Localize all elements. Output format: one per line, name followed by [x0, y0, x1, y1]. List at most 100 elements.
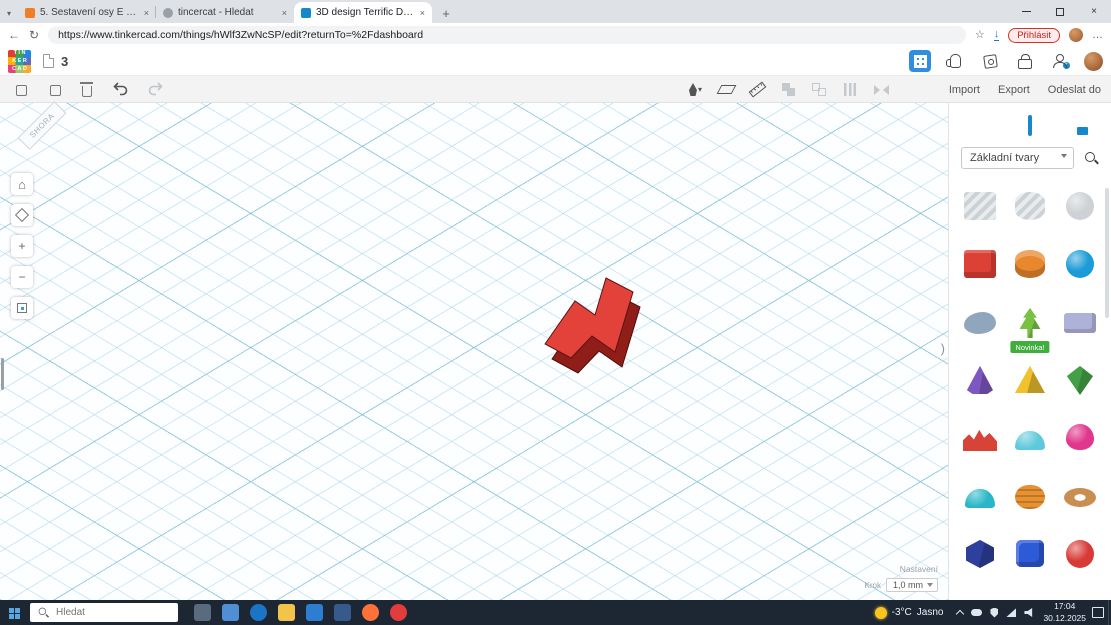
- shape-cylinder-hole[interactable]: [1005, 190, 1055, 248]
- shape-torus-thick[interactable]: [1055, 422, 1105, 480]
- sidebar-scrollbar[interactable]: [1105, 188, 1109, 318]
- browser-menu-icon[interactable]: …: [1092, 30, 1103, 41]
- taskbar-app-firefox[interactable]: [362, 604, 379, 621]
- onedrive-icon[interactable]: [971, 609, 982, 616]
- shape-cylinder[interactable]: [1005, 248, 1055, 306]
- tab-close-icon[interactable]: ×: [420, 8, 425, 18]
- minimize-button[interactable]: [1009, 0, 1043, 23]
- security-icon[interactable]: [990, 608, 998, 618]
- taskbar-search-input[interactable]: [56, 607, 156, 618]
- tinkercad-logo[interactable]: TIN KER CAD: [8, 50, 31, 73]
- browser-tab-active[interactable]: 3D design Terrific Densor-Gaaris ×: [294, 2, 432, 23]
- shape-half-sphere[interactable]: [955, 480, 1005, 538]
- ungroup-button[interactable]: [810, 81, 828, 99]
- shape-sphere-stack[interactable]: [1005, 480, 1055, 538]
- chevron-down-icon[interactable]: ▾: [698, 86, 702, 94]
- shape-sphere-hole[interactable]: [1055, 190, 1105, 248]
- browser-tab-1[interactable]: 5. Sestavení osy E (extruder) | Prus… ×: [18, 2, 156, 23]
- fit-view-button[interactable]: [11, 297, 33, 319]
- start-button[interactable]: [0, 600, 28, 625]
- align-button[interactable]: [841, 81, 859, 99]
- copy-button[interactable]: [10, 80, 28, 98]
- shape-pyramid[interactable]: [1005, 364, 1055, 422]
- tools-button[interactable]: [979, 50, 1001, 72]
- model-shape[interactable]: [533, 270, 655, 388]
- new-tab-button[interactable]: +: [436, 3, 456, 23]
- browser-profile-avatar[interactable]: [1069, 28, 1083, 42]
- shape-cube-rounded[interactable]: [1005, 538, 1055, 596]
- export-button[interactable]: Export: [998, 84, 1030, 96]
- shape-scribble[interactable]: [955, 306, 1005, 364]
- shape-category-select[interactable]: Základní tvary: [961, 147, 1074, 169]
- taskbar-app-widgets[interactable]: [222, 604, 239, 621]
- taskbar-app-mail[interactable]: [334, 604, 351, 621]
- maximize-button[interactable]: [1043, 0, 1077, 23]
- pan-tool-button[interactable]: [944, 50, 966, 72]
- back-icon[interactable]: ←: [8, 29, 20, 41]
- blocks-view-button[interactable]: [909, 50, 931, 72]
- redo-button[interactable]: [146, 80, 164, 98]
- shape-text[interactable]: [1055, 306, 1105, 364]
- tab-close-icon[interactable]: ×: [144, 8, 149, 18]
- tab-search-chevron-icon[interactable]: ▾: [0, 3, 18, 23]
- delete-button[interactable]: [78, 80, 96, 98]
- action-center-icon[interactable]: [1092, 607, 1104, 618]
- view-cube-top[interactable]: SHORA: [18, 101, 67, 150]
- shape-polygon[interactable]: [955, 538, 1005, 596]
- refresh-icon[interactable]: ↻: [29, 29, 39, 41]
- zoom-out-button[interactable]: −: [11, 266, 33, 288]
- shape-meta-sphere[interactable]: [1055, 538, 1105, 596]
- shape-box[interactable]: [955, 248, 1005, 306]
- close-button[interactable]: ×: [1077, 0, 1111, 23]
- url-input[interactable]: [58, 29, 956, 41]
- undo-button[interactable]: [112, 80, 130, 98]
- shape-terrain[interactable]: [955, 422, 1005, 480]
- shape-round-roof[interactable]: [1005, 422, 1055, 480]
- tab-close-icon[interactable]: ×: [282, 8, 287, 18]
- taskbar-app-store[interactable]: [306, 604, 323, 621]
- shape-tree[interactable]: Novinka!: [1005, 306, 1055, 364]
- send-to-button[interactable]: Odeslat do: [1048, 84, 1101, 96]
- snap-grid-select[interactable]: 1,0 mm: [886, 578, 938, 592]
- ruler-button[interactable]: [748, 81, 766, 99]
- downloads-icon[interactable]: ↓: [994, 29, 1000, 41]
- signin-button[interactable]: Přihlásit: [1008, 28, 1060, 43]
- orientation-button[interactable]: [11, 204, 33, 226]
- taskbar-search[interactable]: [30, 603, 178, 622]
- hidden-icons-chevron[interactable]: [956, 610, 964, 618]
- mirror-button[interactable]: [872, 81, 890, 99]
- duplicate-button[interactable]: [44, 80, 62, 98]
- taskbar-app-edge[interactable]: [250, 604, 267, 621]
- group-button[interactable]: [779, 81, 797, 99]
- sidebar-collapse-handle[interactable]: ): [941, 341, 945, 356]
- url-pill[interactable]: [48, 26, 966, 44]
- favorites-star-icon[interactable]: ☆: [975, 30, 985, 41]
- shape-icosahedron[interactable]: [1055, 364, 1105, 422]
- browser-tab-2[interactable]: tincercat - Hledat ×: [156, 2, 294, 23]
- zoom-in-button[interactable]: +: [11, 235, 33, 257]
- color-button[interactable]: ▾: [686, 81, 704, 99]
- network-icon[interactable]: [1006, 608, 1016, 617]
- invite-button[interactable]: +: [1049, 50, 1071, 72]
- account-avatar[interactable]: [1084, 52, 1103, 71]
- taskbar-app-file-explorer[interactable]: [278, 604, 295, 621]
- search-icon[interactable]: [1084, 151, 1099, 166]
- viewport-canvas[interactable]: SHORA + − ) Nastavení Krok 1,0 mm: [0, 103, 948, 600]
- shape-box-hole[interactable]: [955, 190, 1005, 248]
- left-panel-handle[interactable]: [1, 358, 4, 390]
- shape-sphere[interactable]: [1055, 248, 1105, 306]
- import-button[interactable]: Import: [949, 84, 980, 96]
- home-view-button[interactable]: [11, 173, 33, 195]
- design-title[interactable]: 3: [61, 54, 68, 69]
- shape-torus-flat[interactable]: [1055, 480, 1105, 538]
- taskbar-clock[interactable]: 17:04 30.12.2025: [1043, 601, 1086, 623]
- weather-widget[interactable]: -3°C Jasno: [875, 607, 944, 619]
- shape-cone[interactable]: [955, 364, 1005, 422]
- workplane-button[interactable]: [717, 81, 735, 99]
- library-button[interactable]: [1014, 50, 1036, 72]
- volume-icon[interactable]: [1024, 608, 1035, 617]
- ruler-panel-button[interactable]: [1028, 117, 1032, 135]
- taskbar-app-opera[interactable]: [390, 604, 407, 621]
- taskbar-app-task-view[interactable]: [194, 604, 211, 621]
- grid-settings-label[interactable]: Nastavení: [900, 564, 938, 574]
